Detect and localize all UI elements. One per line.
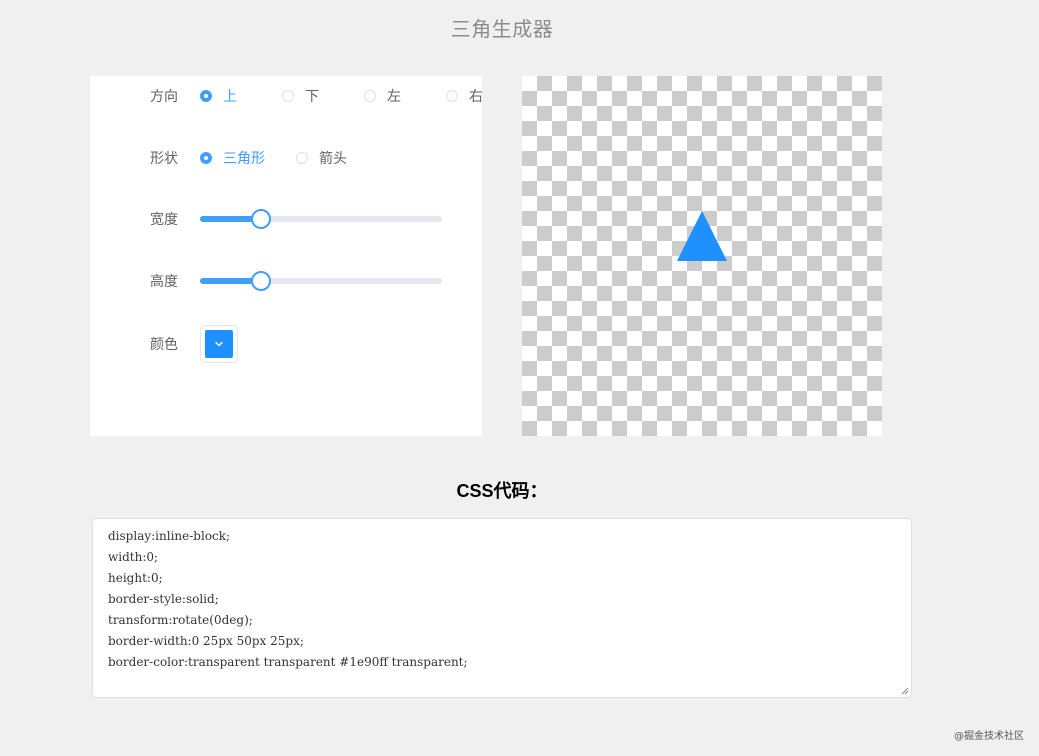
- color-label: 颜色: [150, 337, 178, 353]
- slider-track: [200, 216, 442, 222]
- code-line: display:inline-block;: [108, 529, 231, 543]
- width-slider-wrap: [200, 207, 442, 231]
- direction-radio-down[interactable]: 下: [282, 86, 319, 106]
- color-picker[interactable]: [200, 325, 238, 363]
- height-label: 高度: [150, 274, 178, 290]
- height-slider-wrap: [200, 269, 442, 293]
- direction-row: 方向 上 下 左 右: [90, 84, 483, 108]
- code-line: border-color:transparent transparent #1e…: [108, 655, 468, 669]
- radio-label: 三角形: [223, 151, 265, 167]
- code-line: transform:rotate(0deg);: [108, 613, 253, 627]
- code-line: border-style:solid;: [108, 592, 219, 606]
- direction-radio-up[interactable]: 上: [200, 86, 237, 106]
- resize-grip-icon[interactable]: [899, 685, 909, 695]
- triangle-shape: [677, 211, 727, 261]
- radio-label: 左: [387, 89, 401, 105]
- shape-radio-triangle[interactable]: 三角形: [200, 148, 265, 168]
- direction-radio-group: 上 下 左 右: [200, 84, 483, 108]
- radio-dot-icon: [200, 152, 212, 164]
- direction-radio-right[interactable]: 右: [446, 86, 483, 106]
- radio-dot-icon: [364, 90, 376, 102]
- color-row: 颜色: [90, 325, 482, 363]
- triangle-polygon: [677, 211, 727, 261]
- triangle-preview: [522, 76, 882, 436]
- width-slider[interactable]: [200, 207, 442, 231]
- radio-label: 箭头: [319, 151, 347, 167]
- shape-radio-arrow[interactable]: 箭头: [296, 148, 347, 168]
- color-picker-wrap: [200, 325, 238, 363]
- css-code-textarea[interactable]: display:inline-block; width:0; height:0; bo…: [92, 518, 912, 698]
- height-row: 高度: [90, 269, 482, 293]
- direction-radio-left[interactable]: 左: [364, 86, 401, 106]
- page: 三角生成器 方向 上 下 左 右 形状 三角形 箭头 宽度 高度 颜色 CSS代…: [0, 0, 1039, 756]
- code-line: height:0;: [108, 571, 163, 585]
- radio-dot-icon: [282, 90, 294, 102]
- radio-dot-icon: [446, 90, 458, 102]
- page-title: 三角生成器: [450, 17, 554, 41]
- watermark: @掘金技术社区: [954, 731, 1024, 742]
- shape-row: 形状 三角形 箭头: [90, 146, 482, 170]
- triangle-shape-wrap: [677, 211, 727, 261]
- width-row: 宽度: [90, 207, 482, 231]
- height-slider[interactable]: [200, 269, 442, 293]
- shape-radio-group: 三角形 箭头: [200, 146, 347, 170]
- radio-label: 右: [469, 89, 483, 105]
- slider-track: [200, 278, 442, 284]
- width-label: 宽度: [150, 212, 178, 228]
- direction-label: 方向: [150, 89, 178, 105]
- chevron-down-icon: [215, 341, 223, 347]
- color-swatch: [205, 330, 233, 358]
- code-line: border-width:0 25px 50px 25px;: [108, 634, 304, 648]
- radio-label: 下: [305, 89, 319, 105]
- slider-handle[interactable]: [251, 209, 271, 229]
- code-heading: CSS代码：: [456, 481, 548, 501]
- slider-handle[interactable]: [251, 271, 271, 291]
- shape-label: 形状: [150, 151, 178, 167]
- radio-label: 上: [223, 89, 237, 105]
- radio-dot-icon: [296, 152, 308, 164]
- settings-panel: 方向 上 下 左 右 形状 三角形 箭头 宽度 高度 颜色: [90, 76, 483, 436]
- radio-dot-icon: [200, 90, 212, 102]
- code-line: width:0;: [108, 550, 159, 564]
